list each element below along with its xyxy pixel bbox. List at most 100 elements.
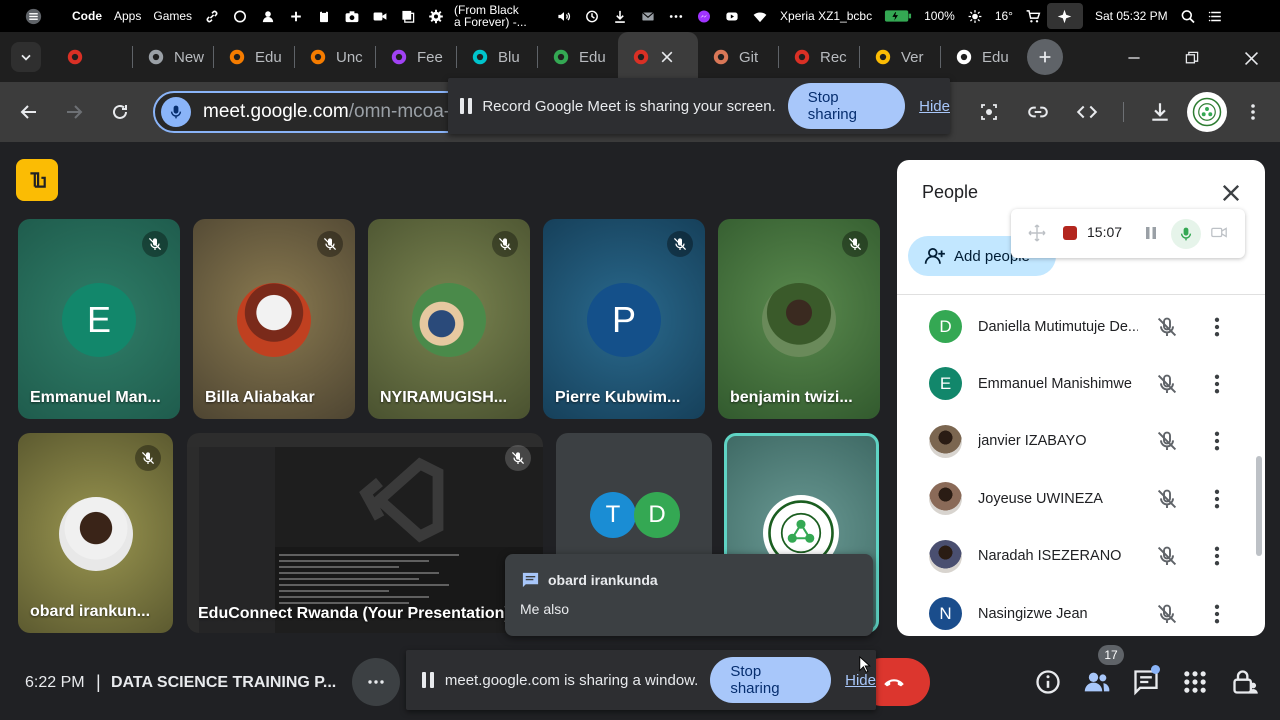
os-clock[interactable]: Sat 05:32 PM xyxy=(1089,0,1174,32)
camera-icon[interactable] xyxy=(338,0,366,32)
participant-tile[interactable]: P Pierre Kubwim... xyxy=(543,219,705,419)
hide-link[interactable]: Hide xyxy=(919,98,950,115)
os-menu-games[interactable]: Games xyxy=(147,0,198,32)
menu-icon[interactable] xyxy=(0,0,66,32)
forward-button[interactable] xyxy=(51,89,97,135)
participant-tile[interactable]: NYIRAMUGISH... xyxy=(368,219,530,419)
participant-row[interactable]: Joyeuse UWINEZA xyxy=(897,470,1247,527)
pause-icon[interactable] xyxy=(1141,223,1161,243)
mic-off-icon[interactable] xyxy=(1155,372,1179,396)
meeting-details-button[interactable] xyxy=(1034,668,1062,696)
browser-tab[interactable]: Fee xyxy=(376,32,456,82)
browser-tab[interactable] xyxy=(52,32,132,82)
browser-tab[interactable]: New xyxy=(133,32,213,82)
minimize-button[interactable] xyxy=(1116,40,1152,76)
new-tab-button[interactable] xyxy=(1027,39,1063,75)
download-icon[interactable] xyxy=(606,0,634,32)
mic-off-icon[interactable] xyxy=(1155,429,1179,453)
participant-row[interactable]: E Emmanuel Manishimwe xyxy=(897,355,1247,412)
more-vertical-icon[interactable] xyxy=(1205,602,1229,626)
history-icon[interactable] xyxy=(578,0,606,32)
participant-row[interactable]: N Nasingizwe Jean xyxy=(897,585,1247,636)
mic-icon[interactable] xyxy=(1171,219,1201,249)
activities-button[interactable] xyxy=(1181,668,1209,696)
participant-tile[interactable]: Billa Aliabakar xyxy=(193,219,355,419)
more-vertical-icon[interactable] xyxy=(1205,487,1229,511)
browser-tab[interactable]: Ver xyxy=(860,32,940,82)
brightness-icon[interactable] xyxy=(961,0,989,32)
restore-button[interactable] xyxy=(1174,40,1210,76)
mic-off-icon[interactable] xyxy=(1155,487,1179,511)
participant-row[interactable]: Naradah ISEZERANO xyxy=(897,528,1247,585)
code-button[interactable] xyxy=(1064,89,1110,135)
camera-off-icon[interactable] xyxy=(1210,223,1228,241)
youtube-icon[interactable] xyxy=(718,0,746,32)
participant-tile[interactable]: benjamin twizi... xyxy=(718,219,880,419)
browser-tab[interactable]: Edu xyxy=(941,32,1021,82)
more-horizontal-icon[interactable] xyxy=(662,0,690,32)
clipboard-icon[interactable] xyxy=(310,0,338,32)
mic-icon[interactable] xyxy=(161,97,191,127)
participant-tile[interactable]: obard irankun... xyxy=(18,433,173,633)
link-icon[interactable] xyxy=(198,0,226,32)
close-panel-button[interactable] xyxy=(1219,181,1243,205)
battery-icon[interactable] xyxy=(878,0,918,32)
browser-tab[interactable]: Unc xyxy=(295,32,375,82)
stop-sharing-button[interactable]: Stop sharing xyxy=(787,83,906,129)
mic-off-icon[interactable] xyxy=(1155,315,1179,339)
mic-off-icon[interactable] xyxy=(1155,602,1179,626)
volume-icon[interactable] xyxy=(550,0,578,32)
screen-capture-button[interactable] xyxy=(966,89,1012,135)
circle-icon[interactable] xyxy=(226,0,254,32)
browser-tab[interactable] xyxy=(618,32,698,82)
close-tab-icon[interactable] xyxy=(659,49,675,65)
presentation-tile[interactable]: EduConnect Rwanda (Your Presentation) xyxy=(187,433,543,633)
mic-off-icon[interactable] xyxy=(1155,544,1179,568)
profile-avatar[interactable] xyxy=(1187,92,1227,132)
drag-handle-icon[interactable] xyxy=(1027,223,1047,243)
network-name[interactable]: Xperia XZ1_bcbc xyxy=(774,0,878,32)
gear-icon[interactable] xyxy=(422,0,450,32)
stop-sharing-button[interactable]: Stop sharing xyxy=(710,657,832,703)
os-app-name[interactable]: Code xyxy=(66,0,108,32)
messenger-icon[interactable] xyxy=(690,0,718,32)
stop-record-icon[interactable] xyxy=(1063,226,1077,240)
more-vertical-icon[interactable] xyxy=(1205,372,1229,396)
panel-scrollbar[interactable] xyxy=(1256,456,1262,556)
browser-tab[interactable]: Blu xyxy=(457,32,537,82)
mail-icon[interactable] xyxy=(634,0,662,32)
cart-icon[interactable] xyxy=(1019,0,1047,32)
browser-tab[interactable]: Edu xyxy=(214,32,294,82)
user-icon[interactable] xyxy=(254,0,282,32)
browser-menu-button[interactable] xyxy=(1230,89,1276,135)
more-vertical-icon[interactable] xyxy=(1205,544,1229,568)
downloads-button[interactable] xyxy=(1137,89,1183,135)
meeting-title[interactable]: DATA SCIENCE TRAINING P... xyxy=(111,674,336,692)
meeting-info-logo[interactable] xyxy=(16,159,58,201)
video-icon[interactable] xyxy=(366,0,394,32)
close-window-button[interactable] xyxy=(1233,40,1269,76)
browser-tab[interactable]: Git xyxy=(698,32,778,82)
list-icon[interactable] xyxy=(1202,0,1230,32)
people-button[interactable] xyxy=(1083,668,1111,696)
host-controls-button[interactable] xyxy=(1231,668,1259,696)
browser-tab[interactable]: Rec xyxy=(779,32,859,82)
windows-icon[interactable] xyxy=(394,0,422,32)
tab-search-button[interactable] xyxy=(0,32,52,82)
os-menu-apps[interactable]: Apps xyxy=(108,0,147,32)
wifi-icon[interactable] xyxy=(746,0,774,32)
more-vertical-icon[interactable] xyxy=(1205,429,1229,453)
participant-tile[interactable]: E Emmanuel Man... xyxy=(18,219,180,419)
participant-row[interactable]: janvier IZABAYO xyxy=(897,413,1247,470)
copy-link-button[interactable] xyxy=(1015,89,1061,135)
browser-tab[interactable]: Edu xyxy=(538,32,618,82)
assistant-icon[interactable] xyxy=(1046,3,1083,29)
back-button[interactable] xyxy=(6,89,52,135)
media-title[interactable]: (From Black a Forever) -... xyxy=(450,0,550,32)
participant-row[interactable]: D Daniella Mutimutuje De... xyxy=(897,298,1247,355)
more-options-button[interactable] xyxy=(352,658,400,706)
chat-notification[interactable]: obard irankunda Me also xyxy=(505,554,873,636)
more-vertical-icon[interactable] xyxy=(1205,315,1229,339)
plus-icon[interactable] xyxy=(282,0,310,32)
reload-button[interactable] xyxy=(97,89,143,135)
